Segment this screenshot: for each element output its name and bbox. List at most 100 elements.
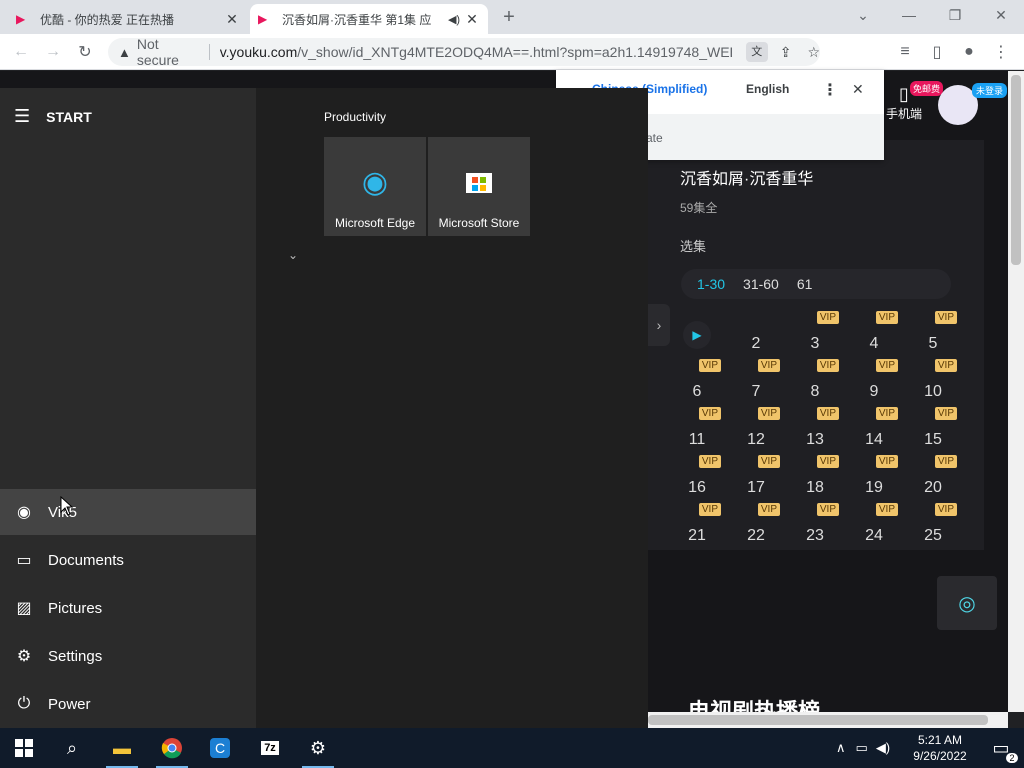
- scrollbar-thumb[interactable]: [1011, 75, 1021, 265]
- episode-button[interactable]: 23 VIP: [793, 503, 839, 549]
- episode-button[interactable]: 9 VIP: [852, 359, 898, 405]
- tab-strip: ▶ 优酷 - 你的热爱 正在热播 ✕ ▶ 沉香如屑·沉香重华 第1集 应 ◀) …: [0, 0, 1024, 34]
- settings-icon[interactable]: ⚙: [294, 728, 342, 768]
- hamburger-menu-icon[interactable]: ☰: [14, 106, 30, 127]
- start-item-settings[interactable]: ⚙ Settings: [0, 633, 256, 679]
- episode-number: 18: [806, 479, 824, 496]
- episode-button[interactable]: 6 VIP: [675, 359, 721, 405]
- chevron-right-icon[interactable]: ›: [648, 304, 670, 346]
- forward-arrow-icon[interactable]: →: [40, 39, 66, 65]
- profile-icon[interactable]: ●: [956, 39, 982, 65]
- restore-button[interactable]: ❐: [932, 0, 978, 30]
- episode-button[interactable]: 17 VIP: [734, 455, 780, 501]
- tray-chevron-up-icon[interactable]: ∧: [836, 740, 846, 756]
- episode-button[interactable]: 19 VIP: [852, 455, 898, 501]
- episode-button[interactable]: 24 VIP: [852, 503, 898, 549]
- translate-more-icon[interactable]: ⋮: [822, 80, 838, 100]
- 7zip-icon[interactable]: 7z: [246, 728, 294, 768]
- episode-number: 8: [810, 383, 820, 400]
- minimize-button[interactable]: —: [886, 0, 932, 30]
- audio-playing-icon[interactable]: ◀): [444, 13, 464, 26]
- episode-button[interactable]: 7 VIP: [734, 359, 780, 405]
- file-explorer-icon[interactable]: ▬: [98, 728, 146, 768]
- media-control-icon[interactable]: ≡: [892, 39, 918, 65]
- episode-number: 19: [865, 479, 883, 496]
- scrollbar-thumb[interactable]: [648, 715, 988, 725]
- login-badge[interactable]: 未登录: [972, 83, 1008, 98]
- warning-icon[interactable]: ▲: [118, 45, 131, 60]
- episode-button[interactable]: 2: [734, 313, 778, 357]
- episode-button[interactable]: 22 VIP: [734, 503, 780, 549]
- back-arrow-icon[interactable]: ←: [8, 39, 34, 65]
- side-panel-icon[interactable]: ▯: [924, 39, 950, 65]
- mobile-app-link[interactable]: ▯ 手机端: [884, 84, 924, 122]
- episode-button[interactable]: 4 VIP: [852, 311, 898, 357]
- bookmark-star-icon[interactable]: ☆: [807, 44, 820, 61]
- episode-button[interactable]: 12 VIP: [734, 407, 780, 453]
- chevron-down-icon[interactable]: ⌄: [288, 248, 298, 262]
- episode-button[interactable]: 3 VIP: [793, 311, 839, 357]
- vip-badge: VIP: [698, 359, 721, 372]
- episode-number: 7: [751, 383, 761, 400]
- translate-close-icon[interactable]: ✕: [852, 81, 864, 98]
- horizontal-scrollbar[interactable]: [648, 712, 1008, 728]
- tab-close-icon[interactable]: ✕: [224, 11, 240, 28]
- vertical-scrollbar[interactable]: [1008, 71, 1024, 712]
- menu-kebab-icon[interactable]: ⋮: [988, 39, 1014, 65]
- episode-number: 2: [751, 335, 761, 352]
- clock-time: 5:21 AM: [917, 733, 963, 747]
- window-close-button[interactable]: ✕: [978, 0, 1024, 30]
- episode-button[interactable]: 20 VIP: [911, 455, 957, 501]
- search-icon[interactable]: ⌕: [48, 728, 96, 768]
- range-tab-31-60[interactable]: 31-60: [743, 276, 779, 292]
- start-item-documents[interactable]: ▭ Documents: [0, 537, 256, 583]
- episode-button[interactable]: 5 VIP: [911, 311, 957, 357]
- start-item-user[interactable]: ◉ Vik5: [0, 489, 256, 535]
- start-item-power[interactable]: ⏻ Power: [0, 681, 256, 727]
- episode-button[interactable]: 10 VIP: [911, 359, 957, 405]
- new-tab-button[interactable]: +: [496, 4, 522, 30]
- assistant-float-button[interactable]: ◎: [937, 576, 997, 630]
- address-bar[interactable]: ▲ Not secure v.youku.com/v_show/id_XNTg4…: [108, 36, 820, 68]
- volume-icon[interactable]: ◀): [876, 740, 890, 756]
- translate-icon[interactable]: 文: [745, 42, 768, 62]
- url-path: /v_show/id_XNTg4MTE2ODQ4MA==.html?spm=a2…: [297, 44, 732, 60]
- pictures-icon: ▨: [16, 600, 32, 617]
- episode-button[interactable]: 13 VIP: [793, 407, 839, 453]
- episode-button[interactable]: 18 VIP: [793, 455, 839, 501]
- range-tab-61[interactable]: 61: [797, 276, 813, 292]
- reload-icon[interactable]: ↻: [72, 39, 98, 65]
- tile-microsoft-edge[interactable]: ◉ Microsoft Edge: [324, 137, 426, 236]
- phone-icon: ▯: [899, 84, 909, 104]
- url-text[interactable]: v.youku.com/v_show/id_XNTg4MTE2ODQ4MA==.…: [220, 44, 732, 60]
- episode-button[interactable]: 15 VIP: [911, 407, 957, 453]
- tab-episode[interactable]: ▶ 沉香如屑·沉香重华 第1集 应 ◀) ✕: [250, 4, 488, 34]
- start-menu-header[interactable]: ☰ START: [14, 106, 92, 127]
- windows-start-icon[interactable]: [0, 728, 48, 768]
- episode-button[interactable]: 8 VIP: [793, 359, 839, 405]
- episode-button[interactable]: 14 VIP: [852, 407, 898, 453]
- episode-number: 14: [865, 431, 883, 448]
- ccleaner-icon[interactable]: C: [196, 728, 244, 768]
- network-icon[interactable]: ▭: [856, 740, 868, 756]
- share-icon[interactable]: ⇪: [780, 44, 792, 61]
- chrome-icon[interactable]: [148, 728, 196, 768]
- episode-button[interactable]: ▶: [675, 313, 719, 357]
- tab-search-icon[interactable]: ⌄: [840, 0, 886, 30]
- gear-icon: ⚙: [16, 648, 32, 665]
- tab-youku-home[interactable]: ▶ 优酷 - 你的热爱 正在热播 ✕: [8, 4, 248, 34]
- episode-button[interactable]: 25 VIP: [911, 503, 957, 549]
- taskbar-clock[interactable]: 5:21 AM 9/26/2022: [904, 732, 976, 764]
- range-tab-1-30[interactable]: 1-30: [697, 276, 725, 292]
- episode-button[interactable]: 21 VIP: [675, 503, 721, 549]
- notification-center-icon[interactable]: ▭ 2: [978, 728, 1024, 768]
- target-language-tab[interactable]: English: [746, 82, 789, 96]
- start-title: START: [46, 108, 92, 125]
- security-label[interactable]: Not secure: [137, 36, 199, 68]
- episode-button[interactable]: 16 VIP: [675, 455, 721, 501]
- tile-microsoft-store[interactable]: Microsoft Store: [428, 137, 530, 236]
- tab-close-icon[interactable]: ✕: [464, 11, 480, 28]
- episode-button[interactable]: 11 VIP: [675, 407, 721, 453]
- start-item-pictures[interactable]: ▨ Pictures: [0, 585, 256, 631]
- youku-favicon-icon: ▶: [258, 12, 268, 26]
